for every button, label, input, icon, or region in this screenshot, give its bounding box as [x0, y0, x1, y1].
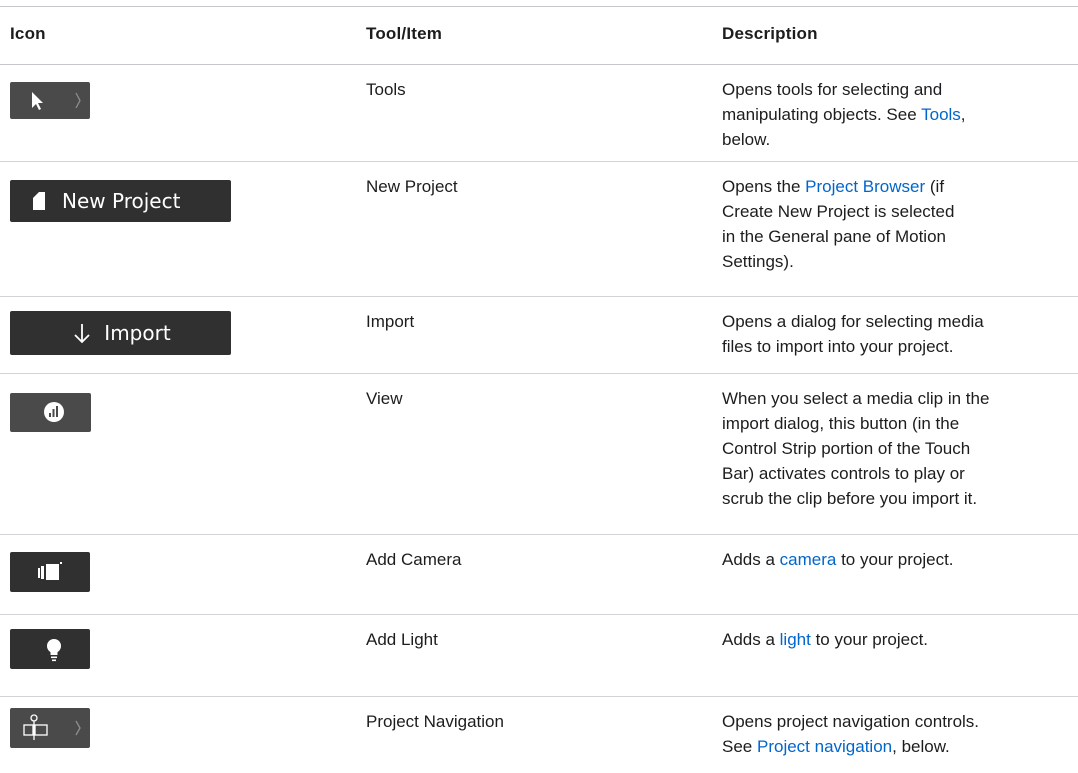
tool-name: Import — [366, 312, 415, 331]
tool-name: New Project — [366, 177, 458, 196]
description-line: See Project navigation, below. — [722, 737, 950, 756]
column-header-description: Description — [722, 24, 818, 43]
description-link[interactable]: light — [780, 630, 811, 649]
description-line: Adds a camera to your project. — [722, 550, 954, 569]
column-header-tool: Tool/Item — [366, 24, 443, 43]
description-line: below. — [722, 130, 771, 149]
import-touchbar-button: Import — [10, 311, 231, 355]
table-row-tools: Tools Opens tools for selecting and manip… — [0, 65, 1078, 162]
description-line: Adds a light to your project. — [722, 630, 929, 649]
description-link[interactable]: Project Browser — [805, 177, 925, 196]
project-navigation-touchbar-button — [10, 708, 90, 748]
description-link[interactable]: camera — [780, 550, 837, 569]
column-header-icon: Icon — [10, 24, 46, 43]
video-camera-icon — [38, 562, 62, 580]
lightbulb-icon — [47, 639, 61, 662]
description-line: Opens a dialog for selecting media — [722, 312, 984, 331]
project-navigation-icon — [23, 714, 81, 740]
tool-description: Adds a light to your project. — [722, 627, 1052, 652]
table-header: Icon Tool/Item Description — [0, 6, 1078, 65]
table-row-import: Import Import Opens a dialog for selecti… — [0, 297, 1078, 374]
table-row-add-camera: Add Camera Adds a camera to your project… — [0, 535, 1078, 615]
new-project-touchbar-button: New Project — [10, 180, 231, 222]
tool-description: Opens project navigation controls. See Pr… — [722, 709, 1052, 759]
tool-description: Adds a camera to your project. — [722, 547, 1052, 572]
tool-name: Add Light — [366, 630, 438, 649]
description-line: Control Strip portion of the Touch — [722, 439, 971, 458]
tool-name: Add Camera — [366, 550, 462, 569]
tool-description: Opens tools for selecting and manipulatin… — [722, 77, 1052, 152]
new-project-label: New Project — [62, 189, 181, 213]
description-link[interactable]: Project navigation — [757, 737, 892, 756]
add-light-touchbar-button — [10, 629, 90, 669]
tool-name: Project Navigation — [366, 712, 504, 731]
description-line: Opens tools for selecting and — [722, 80, 943, 99]
description-line: Opens the Project Browser (if — [722, 177, 945, 196]
table-row-add-light: Add Light Adds a light to your project. — [0, 615, 1078, 697]
description-line: Settings). — [722, 252, 794, 271]
tool-name: View — [366, 389, 403, 408]
tool-description: Opens the Project Browser (if Create New … — [722, 174, 1052, 274]
description-line: in the General pane of Motion — [722, 227, 946, 246]
arrow-pointer-icon — [32, 92, 81, 110]
tool-description: Opens a dialog for selecting media files … — [722, 309, 1052, 359]
view-touchbar-button — [10, 393, 91, 432]
description-line: manipulating objects. See Tools, — [722, 105, 966, 124]
document-icon — [33, 192, 45, 210]
description-line: When you select a media clip in the — [722, 389, 990, 408]
description-link[interactable]: Tools — [921, 105, 961, 124]
description-line: scrub the clip before you import it. — [722, 489, 978, 508]
description-line: import dialog, this button (in the — [722, 414, 960, 433]
table-row-view: View When you select a media clip in the… — [0, 374, 1078, 535]
tool-description: When you select a media clip in the impor… — [722, 386, 1052, 511]
table-row-project-navigation: Project Navigation Opens project navigat… — [0, 697, 1078, 773]
import-label: Import — [104, 321, 171, 345]
add-camera-touchbar-button — [10, 552, 90, 592]
tool-name: Tools — [366, 80, 406, 99]
description-line: files to import into your project. — [722, 337, 954, 356]
description-line: Opens project navigation controls. — [722, 712, 980, 731]
description-line: Create New Project is selected — [722, 202, 955, 221]
table-row-new-project: New Project New Project Opens the Projec… — [0, 162, 1078, 297]
audio-levels-icon — [44, 402, 64, 422]
down-arrow-icon — [74, 324, 90, 344]
tools-touchbar-button — [10, 82, 90, 119]
description-line: Bar) activates controls to play or — [722, 464, 965, 483]
